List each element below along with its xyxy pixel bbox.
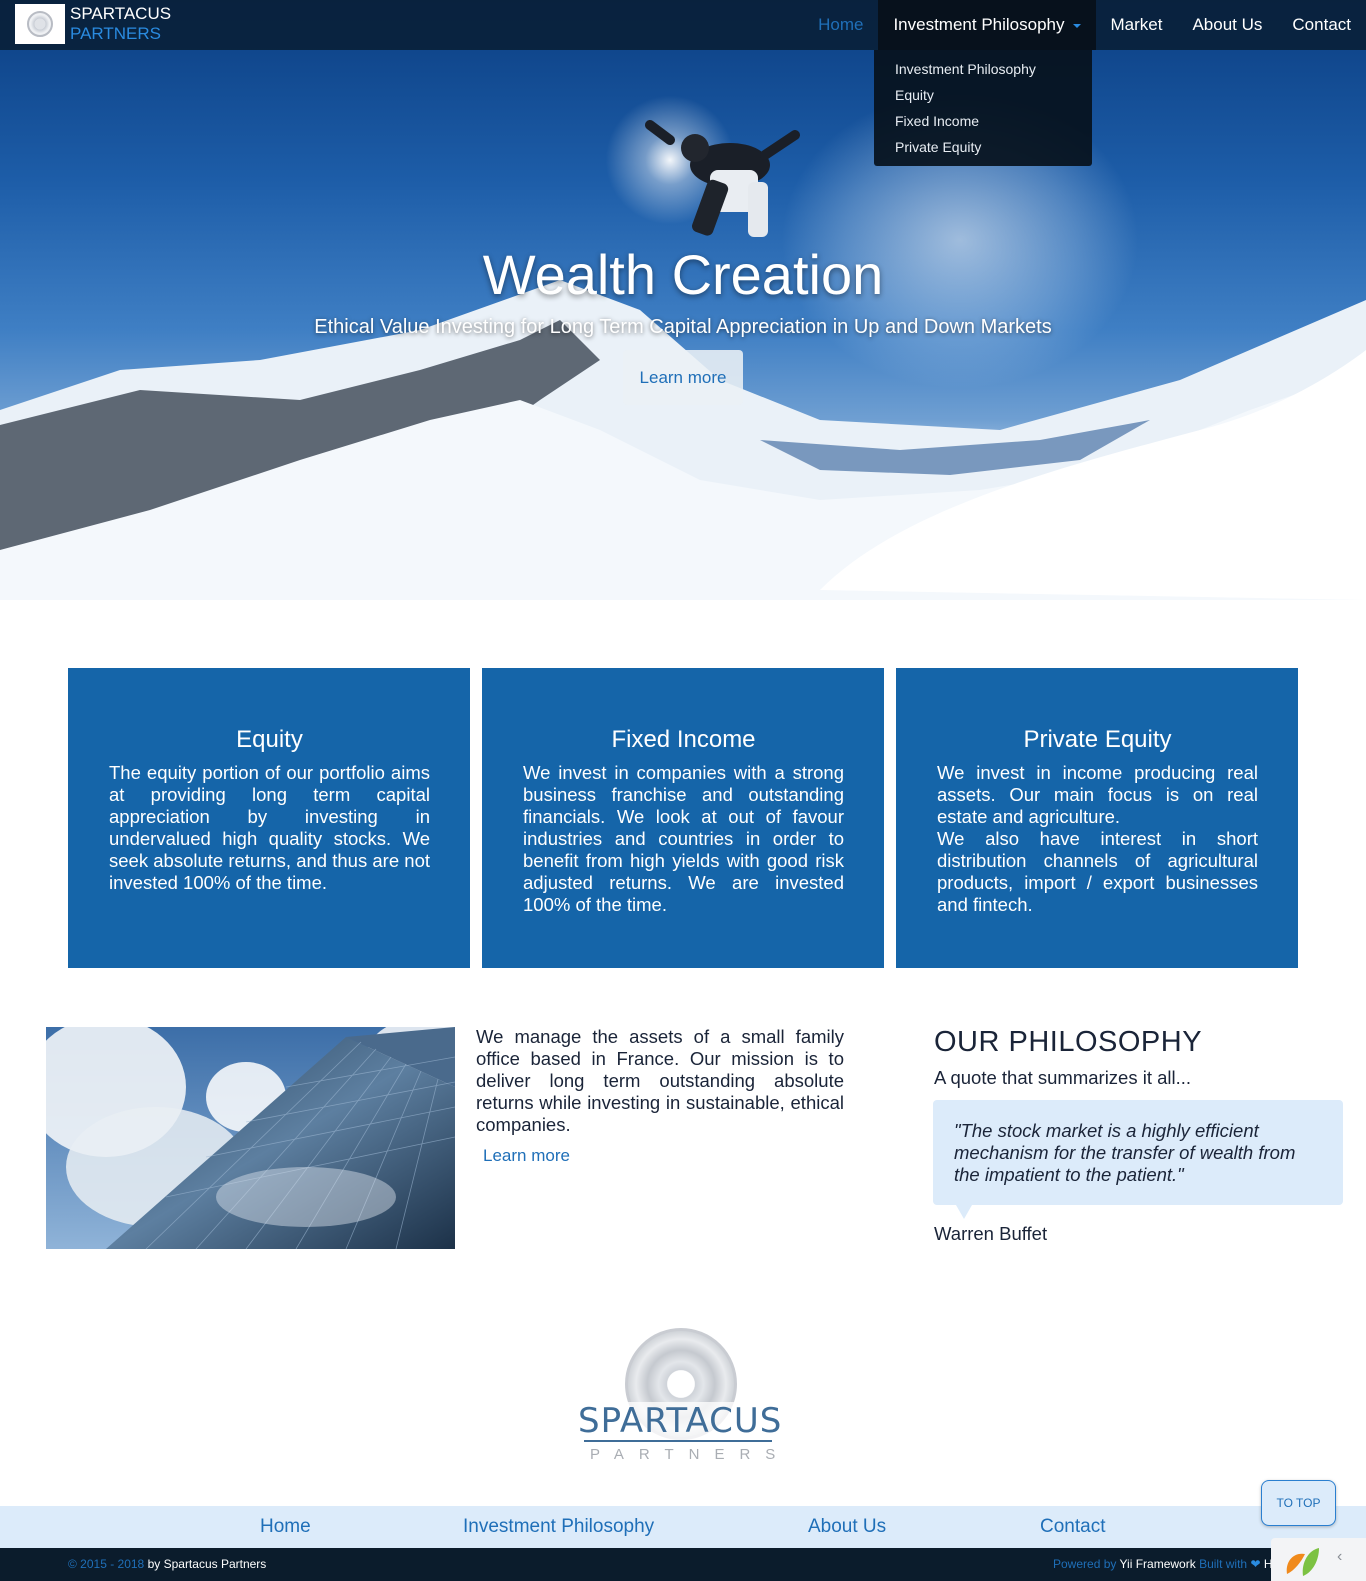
hero-title: Wealth Creation [482, 243, 884, 306]
snowboarder-figure [645, 120, 800, 237]
dropdown-item-equity[interactable]: Equity [874, 82, 1092, 108]
brand-name: SPARTACUS [70, 4, 172, 23]
card-title: Private Equity [1023, 726, 1172, 753]
dropdown-item-private-equity[interactable]: Private Equity [874, 134, 1092, 160]
built-label: Built with [1199, 1557, 1248, 1571]
offer-cards: Equity The equity portion of our portfol… [68, 668, 1298, 968]
logo-subname: PARTNERS [590, 1446, 791, 1463]
philosophy-heading: OUR PHILOSOPHY [934, 1026, 1203, 1058]
brand[interactable]: SPARTACUS PARTNERS [15, 4, 171, 44]
caret-down-icon [1072, 24, 1081, 28]
about-text: We manage the assets of a small family o… [476, 1026, 844, 1135]
building-image [46, 1027, 455, 1249]
brand-seal-icon [27, 11, 53, 37]
copyright: © 2015 - 2018 by Spartacus Partners [68, 1548, 266, 1581]
investment-philosophy-dropdown: Investment Philosophy Equity Fixed Incom… [874, 50, 1092, 166]
nav-about-us[interactable]: About Us [1177, 0, 1277, 50]
footer-nav-contact[interactable]: Contact [1040, 1506, 1105, 1548]
hero-subtitle: Ethical Value Investing for Long Term Ca… [314, 316, 1052, 338]
footer-nav-investment-philosophy[interactable]: Investment Philosophy [463, 1506, 654, 1548]
card-text: We invest in companies with a strong bus… [523, 762, 844, 915]
logo-divider [584, 1440, 772, 1442]
footer-nav-home[interactable]: Home [260, 1506, 311, 1548]
bottom-bar: © 2015 - 2018 by Spartacus Partners Powe… [0, 1548, 1366, 1581]
nav-investment-philosophy[interactable]: Investment Philosophy [878, 0, 1096, 50]
nav-market[interactable]: Market [1096, 0, 1178, 50]
card-text: We invest in income producing real asset… [937, 762, 1258, 827]
quote-box: "The stock market is a highly efficient … [933, 1100, 1343, 1205]
copyright-owner: by Spartacus Partners [147, 1557, 267, 1571]
card-private-equity: Private Equity We invest in income produ… [896, 668, 1298, 968]
card-equity: Equity The equity portion of our portfol… [68, 668, 470, 968]
about-learn-more-link[interactable]: Learn more [483, 1146, 570, 1166]
card-text-2: We also have interest in short distribut… [937, 828, 1258, 915]
brand-logo [15, 4, 65, 44]
footer-logo: SPARTACUS PARTNERS [578, 1328, 791, 1468]
main-nav: Home Investment Philosophy Market About … [803, 0, 1366, 50]
heart-icon: ❤ [1250, 1557, 1261, 1571]
chat-widget[interactable]: ‹ [1271, 1538, 1366, 1581]
nav-home[interactable]: Home [803, 0, 878, 50]
top-navbar: SPARTACUS PARTNERS Home Investment Philo… [0, 0, 1366, 50]
philosophy-subtitle: A quote that summarizes it all... [934, 1067, 1192, 1088]
footer-nav: Home Investment Philosophy About Us Cont… [0, 1506, 1366, 1548]
nav-investment-philosophy-label: Investment Philosophy [893, 15, 1065, 34]
chevron-left-icon: ‹ [1337, 1548, 1343, 1565]
logo-name: SPARTACUS [578, 1401, 783, 1441]
leaf-logo-icon [1286, 1548, 1319, 1576]
dropdown-item-investment-philosophy[interactable]: Investment Philosophy [874, 56, 1092, 82]
card-fixed-income: Fixed Income We invest in companies with… [482, 668, 884, 968]
powered-label: Powered by [1053, 1557, 1117, 1571]
powered-by: Powered by Yii Framework Built with ❤ H [1053, 1548, 1273, 1581]
hero-banner: Wealth Creation Ethical Value Investing … [0, 0, 1366, 600]
quote-tail [956, 1205, 972, 1219]
quote-text: "The stock market is a highly efficient … [954, 1120, 1296, 1185]
card-title: Fixed Income [611, 726, 756, 753]
to-top-button[interactable]: TO TOP [1261, 1480, 1336, 1526]
dropdown-item-fixed-income[interactable]: Fixed Income [874, 108, 1092, 134]
powered-link[interactable]: Yii Framework [1120, 1557, 1196, 1571]
hero-learn-more-button[interactable]: Learn more [623, 350, 743, 405]
card-title: Equity [236, 726, 303, 753]
brand-subname: PARTNERS [70, 24, 162, 43]
nav-contact[interactable]: Contact [1277, 0, 1366, 50]
footer-nav-about-us[interactable]: About Us [808, 1506, 886, 1548]
card-text: The equity portion of our portfolio aims… [109, 762, 430, 893]
quote-author: Warren Buffet [934, 1223, 1048, 1244]
copyright-years: © 2015 - 2018 [68, 1557, 145, 1571]
